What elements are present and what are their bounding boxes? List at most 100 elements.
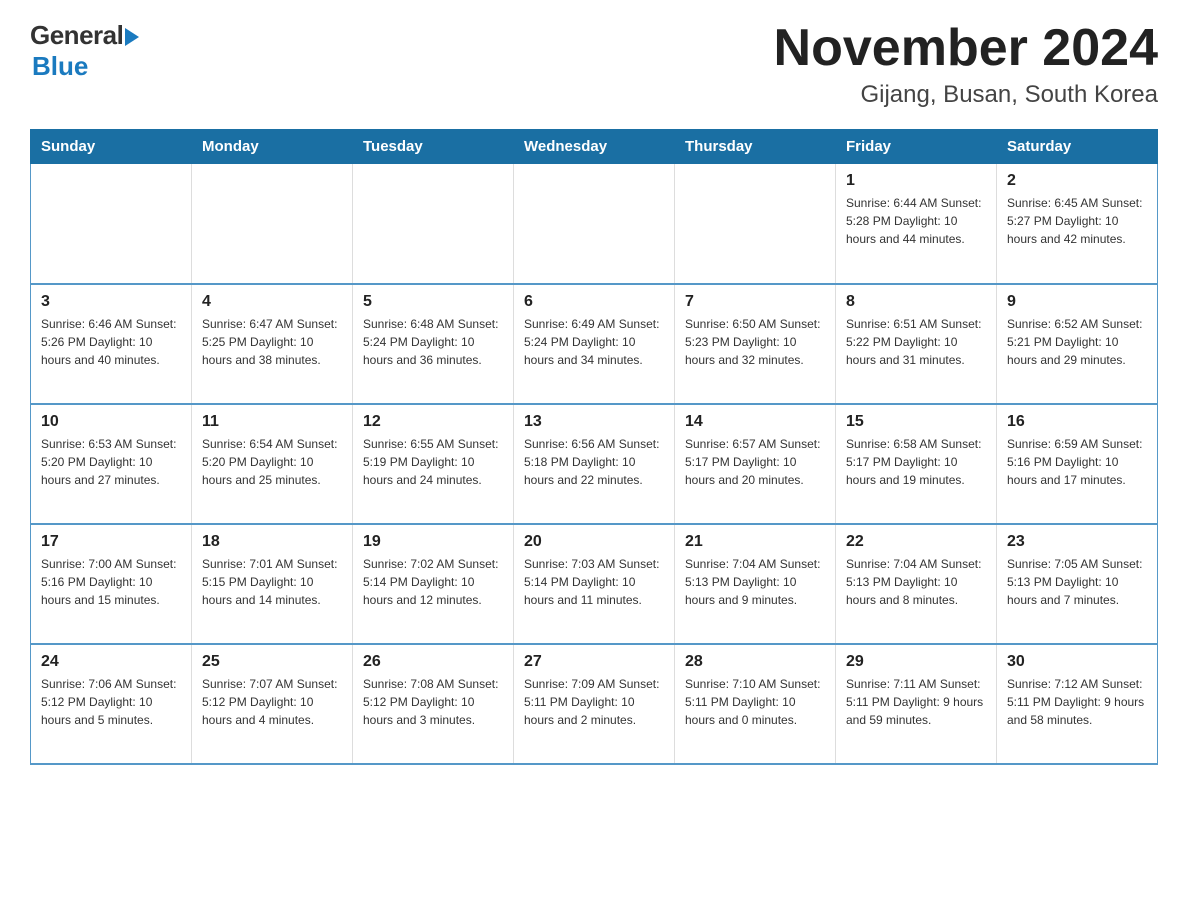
day-number: 7 (685, 293, 825, 311)
day-number: 19 (363, 533, 503, 551)
day-info: Sunrise: 7:08 AM Sunset: 5:12 PM Dayligh… (363, 675, 503, 729)
day-info: Sunrise: 6:55 AM Sunset: 5:19 PM Dayligh… (363, 435, 503, 489)
day-info: Sunrise: 6:53 AM Sunset: 5:20 PM Dayligh… (41, 435, 181, 489)
day-number: 21 (685, 533, 825, 551)
calendar-cell: 23 Sunrise: 7:05 AM Sunset: 5:13 PM Dayli… (997, 524, 1158, 644)
calendar-week-row: 17 Sunrise: 7:00 AM Sunset: 5:16 PM Dayli… (31, 524, 1158, 644)
calendar-cell: 18 Sunrise: 7:01 AM Sunset: 5:15 PM Dayli… (192, 524, 353, 644)
day-number: 2 (1007, 172, 1147, 190)
day-info: Sunrise: 7:00 AM Sunset: 5:16 PM Dayligh… (41, 555, 181, 609)
logo-general-text: General (30, 20, 123, 51)
day-info: Sunrise: 7:03 AM Sunset: 5:14 PM Dayligh… (524, 555, 664, 609)
logo-blue-text: Blue (32, 51, 88, 82)
day-info: Sunrise: 7:11 AM Sunset: 5:11 PM Dayligh… (846, 675, 986, 729)
day-number: 30 (1007, 653, 1147, 671)
calendar-cell: 13Sunrise: 6:56 AM Sunset: 5:18 PM Dayli… (514, 404, 675, 524)
calendar-header-wednesday: Wednesday (514, 130, 675, 164)
calendar-header-friday: Friday (836, 130, 997, 164)
day-number: 9 (1007, 293, 1147, 311)
day-info: Sunrise: 6:57 AM Sunset: 5:17 PM Dayligh… (685, 435, 825, 489)
page-header: General Blue November 2024 Gijang, Busan… (30, 20, 1158, 109)
day-info: Sunrise: 6:58 AM Sunset: 5:17 PM Dayligh… (846, 435, 986, 489)
day-number: 23 (1007, 533, 1147, 551)
month-title: November 2024 (774, 20, 1158, 77)
day-info: Sunrise: 7:05 AM Sunset: 5:13 PM Dayligh… (1007, 555, 1147, 609)
calendar-cell: 10Sunrise: 6:53 AM Sunset: 5:20 PM Dayli… (31, 404, 192, 524)
day-info: Sunrise: 6:44 AM Sunset: 5:28 PM Dayligh… (846, 194, 986, 248)
calendar-cell: 21 Sunrise: 7:04 AM Sunset: 5:13 PM Dayli… (675, 524, 836, 644)
day-info: Sunrise: 6:51 AM Sunset: 5:22 PM Dayligh… (846, 315, 986, 369)
logo-triangle-icon (125, 28, 139, 46)
day-number: 16 (1007, 413, 1147, 431)
location-title: Gijang, Busan, South Korea (774, 81, 1158, 109)
calendar-cell: 1 Sunrise: 6:44 AM Sunset: 5:28 PM Daylig… (836, 164, 997, 284)
day-info: Sunrise: 6:47 AM Sunset: 5:25 PM Dayligh… (202, 315, 342, 369)
calendar-header-thursday: Thursday (675, 130, 836, 164)
calendar-cell (514, 164, 675, 284)
calendar-cell: 16 Sunrise: 6:59 AM Sunset: 5:16 PM Dayli… (997, 404, 1158, 524)
calendar-cell: 2Sunrise: 6:45 AM Sunset: 5:27 PM Daylig… (997, 164, 1158, 284)
calendar-cell (192, 164, 353, 284)
calendar-cell: 29 Sunrise: 7:11 AM Sunset: 5:11 PM Dayli… (836, 644, 997, 764)
calendar-cell: 30 Sunrise: 7:12 AM Sunset: 5:11 PM Dayli… (997, 644, 1158, 764)
day-info: Sunrise: 7:06 AM Sunset: 5:12 PM Dayligh… (41, 675, 181, 729)
calendar-cell: 25 Sunrise: 7:07 AM Sunset: 5:12 PM Dayli… (192, 644, 353, 764)
day-number: 6 (524, 293, 664, 311)
day-number: 28 (685, 653, 825, 671)
day-info: Sunrise: 6:50 AM Sunset: 5:23 PM Dayligh… (685, 315, 825, 369)
calendar-cell: 17 Sunrise: 7:00 AM Sunset: 5:16 PM Dayli… (31, 524, 192, 644)
calendar-cell: 3 Sunrise: 6:46 AM Sunset: 5:26 PM Daylig… (31, 284, 192, 404)
day-info: Sunrise: 6:52 AM Sunset: 5:21 PM Dayligh… (1007, 315, 1147, 369)
calendar-header-saturday: Saturday (997, 130, 1158, 164)
calendar-cell (675, 164, 836, 284)
day-number: 18 (202, 533, 342, 551)
title-block: November 2024 Gijang, Busan, South Korea (774, 20, 1158, 109)
calendar-cell: 5Sunrise: 6:48 AM Sunset: 5:24 PM Daylig… (353, 284, 514, 404)
calendar-cell: 8 Sunrise: 6:51 AM Sunset: 5:22 PM Daylig… (836, 284, 997, 404)
calendar-week-row: 3 Sunrise: 6:46 AM Sunset: 5:26 PM Daylig… (31, 284, 1158, 404)
calendar-cell: 9 Sunrise: 6:52 AM Sunset: 5:21 PM Daylig… (997, 284, 1158, 404)
day-info: Sunrise: 7:09 AM Sunset: 5:11 PM Dayligh… (524, 675, 664, 729)
calendar-cell: 20 Sunrise: 7:03 AM Sunset: 5:14 PM Dayli… (514, 524, 675, 644)
day-number: 8 (846, 293, 986, 311)
day-info: Sunrise: 6:54 AM Sunset: 5:20 PM Dayligh… (202, 435, 342, 489)
day-number: 27 (524, 653, 664, 671)
day-info: Sunrise: 7:10 AM Sunset: 5:11 PM Dayligh… (685, 675, 825, 729)
day-number: 29 (846, 653, 986, 671)
day-number: 20 (524, 533, 664, 551)
day-number: 15 (846, 413, 986, 431)
day-info: Sunrise: 7:04 AM Sunset: 5:13 PM Dayligh… (846, 555, 986, 609)
calendar-cell: 26 Sunrise: 7:08 AM Sunset: 5:12 PM Dayli… (353, 644, 514, 764)
day-info: Sunrise: 7:07 AM Sunset: 5:12 PM Dayligh… (202, 675, 342, 729)
day-number: 12 (363, 413, 503, 431)
day-number: 3 (41, 293, 181, 311)
day-number: 25 (202, 653, 342, 671)
calendar-header-sunday: Sunday (31, 130, 192, 164)
day-info: Sunrise: 6:46 AM Sunset: 5:26 PM Dayligh… (41, 315, 181, 369)
day-number: 26 (363, 653, 503, 671)
day-info: Sunrise: 7:02 AM Sunset: 5:14 PM Dayligh… (363, 555, 503, 609)
calendar-cell: 11Sunrise: 6:54 AM Sunset: 5:20 PM Dayli… (192, 404, 353, 524)
calendar-table: SundayMondayTuesdayWednesdayThursdayFrid… (30, 129, 1158, 765)
day-info: Sunrise: 7:01 AM Sunset: 5:15 PM Dayligh… (202, 555, 342, 609)
day-number: 4 (202, 293, 342, 311)
day-info: Sunrise: 6:56 AM Sunset: 5:18 PM Dayligh… (524, 435, 664, 489)
day-info: Sunrise: 6:49 AM Sunset: 5:24 PM Dayligh… (524, 315, 664, 369)
calendar-cell (353, 164, 514, 284)
calendar-cell: 27 Sunrise: 7:09 AM Sunset: 5:11 PM Dayli… (514, 644, 675, 764)
day-number: 5 (363, 293, 503, 311)
calendar-cell: 14Sunrise: 6:57 AM Sunset: 5:17 PM Dayli… (675, 404, 836, 524)
day-number: 17 (41, 533, 181, 551)
calendar-cell: 19 Sunrise: 7:02 AM Sunset: 5:14 PM Dayli… (353, 524, 514, 644)
calendar-week-row: 24 Sunrise: 7:06 AM Sunset: 5:12 PM Dayli… (31, 644, 1158, 764)
calendar-cell: 12 Sunrise: 6:55 AM Sunset: 5:19 PM Dayli… (353, 404, 514, 524)
calendar-week-row: 1 Sunrise: 6:44 AM Sunset: 5:28 PM Daylig… (31, 164, 1158, 284)
day-number: 1 (846, 172, 986, 190)
calendar-header-monday: Monday (192, 130, 353, 164)
day-number: 24 (41, 653, 181, 671)
day-info: Sunrise: 7:12 AM Sunset: 5:11 PM Dayligh… (1007, 675, 1147, 729)
calendar-cell: 15 Sunrise: 6:58 AM Sunset: 5:17 PM Dayli… (836, 404, 997, 524)
day-info: Sunrise: 7:04 AM Sunset: 5:13 PM Dayligh… (685, 555, 825, 609)
day-number: 22 (846, 533, 986, 551)
day-info: Sunrise: 6:59 AM Sunset: 5:16 PM Dayligh… (1007, 435, 1147, 489)
